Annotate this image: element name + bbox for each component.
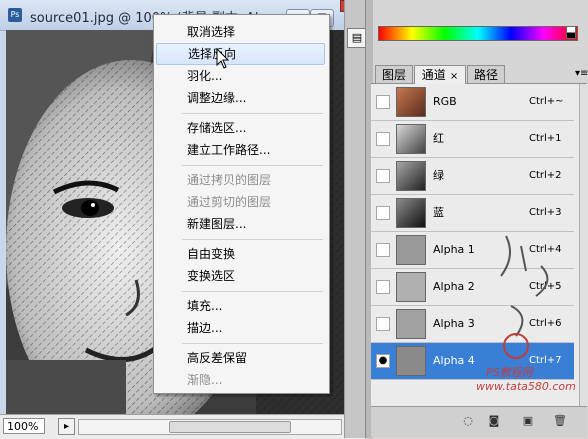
menu-item-refine-edge[interactable]: 调整边缘... [156,87,325,109]
menu-separator [182,291,323,292]
visibility-toggle[interactable] [376,243,390,257]
channel-name: 蓝 [433,206,444,219]
channel-name: 红 [433,132,444,145]
tab-label: 路径 [473,68,498,82]
black-white-swatch[interactable] [566,26,576,39]
menu-item-new-layer[interactable]: 新建图层... [156,213,325,235]
channel-name: 绿 [433,169,444,182]
menu-item-fill[interactable]: 填充... [156,295,325,317]
delete-channel-icon[interactable]: 🗑 [553,414,567,428]
channel-thumbnail [396,124,426,154]
horizontal-scrollbar[interactable] [78,419,342,435]
channel-tools-bar: ◌ ◙ ▣ 🗑 [371,406,587,437]
channel-shortcut: Ctrl+~ [529,96,564,107]
tab-close-icon[interactable]: × [450,71,458,82]
visibility-toggle[interactable] [376,169,390,183]
new-channel-icon[interactable]: ▣ [521,414,535,428]
menu-separator [182,239,323,240]
channel-list-scrollbar[interactable] [579,84,588,406]
channel-name: Alpha 4 [433,354,475,367]
channel-thumbnail [396,235,426,265]
channel-shortcut: Ctrl+2 [529,170,562,181]
status-info-icon[interactable]: ▸ [58,418,75,435]
menu-item-layer-via-cut: 通过剪切的图层 [187,195,272,209]
mouse-cursor-icon [216,48,230,69]
menu-separator [182,343,323,344]
menu-item-select-inverse[interactable]: 选择反向 [156,43,325,65]
horizontal-scroll-thumb[interactable] [169,421,291,433]
panel-menu-icon[interactable]: ▾≡ [575,68,588,79]
menu-item-feather[interactable]: 羽化... [156,65,325,87]
visibility-toggle[interactable] [376,206,390,220]
tab-label: 通道 [421,68,446,82]
menu-separator [182,113,323,114]
tab-channels[interactable]: 通道 × [414,65,466,84]
channel-thumbnail [396,309,426,339]
menu-item-stroke[interactable]: 描边... [156,317,325,339]
menu-item-free-transform[interactable]: 自由变换 [156,243,325,265]
channel-row[interactable]: RGB Ctrl+~ [371,84,574,121]
load-selection-icon[interactable]: ◌ [461,414,475,428]
menu-item-high-pass[interactable]: 高反差保留 [156,347,325,369]
panel-collapse-strip: ▤ [344,0,367,438]
visibility-toggle[interactable] [376,317,390,331]
menu-item-transform-selection[interactable]: 变换选区 [156,265,325,287]
channel-name: Alpha 2 [433,280,475,293]
menu-separator [182,165,323,166]
menu-item-layer-via-copy: 通过拷贝的图层 [187,173,272,187]
photoshop-icon: Ps [8,8,22,22]
channel-thumbnail [396,161,426,191]
channel-name: Alpha 1 [433,243,475,256]
color-spectrum-bar[interactable] [378,26,578,41]
menu-item-deselect[interactable]: 取消选择 [156,21,325,43]
channel-thumbnail [396,346,426,376]
tab-paths[interactable]: 路径 [467,65,505,83]
calligraphy-watermark [500,235,549,359]
zoom-field[interactable]: 100% [3,418,45,434]
channel-thumbnail [396,272,426,302]
panel-toggle-icon[interactable]: ▤ [347,28,367,48]
channel-thumbnail [396,87,426,117]
status-bar: 100% ▸ [0,414,365,439]
channel-name: RGB [433,95,457,108]
channel-name: Alpha 3 [433,317,475,330]
eye-icon[interactable]: ● [376,354,390,368]
panel-tabs: 图层 通道 × 路径 ▾≡ [371,63,588,84]
watermark-url: www.tata580.com [476,380,576,393]
save-selection-icon[interactable]: ◙ [487,414,501,428]
channel-row[interactable]: 红 Ctrl+1 [371,121,574,158]
context-menu: 取消选择 选择反向 羽化... 调整边缘... 存储选区... 建立工作路径..… [153,14,330,394]
channel-thumbnail [396,198,426,228]
tab-label: 图层 [381,68,406,82]
watermark-text: PS教程网 [486,366,533,379]
visibility-toggle[interactable] [376,95,390,109]
visibility-toggle[interactable] [376,280,390,294]
menu-item-fade: 渐隐... [187,373,223,387]
menu-item-make-work-path[interactable]: 建立工作路径... [156,139,325,161]
tab-layers[interactable]: 图层 [375,65,413,83]
channel-shortcut: Ctrl+1 [529,133,562,144]
right-panel: 图层 通道 × 路径 ▾≡ RGB Ctrl+~ 红 Ctrl+1 绿 Ctrl+… [365,0,588,438]
channel-row[interactable]: 绿 Ctrl+2 [371,158,574,195]
visibility-toggle[interactable] [376,132,390,146]
menu-item-save-selection[interactable]: 存储选区... [156,117,325,139]
